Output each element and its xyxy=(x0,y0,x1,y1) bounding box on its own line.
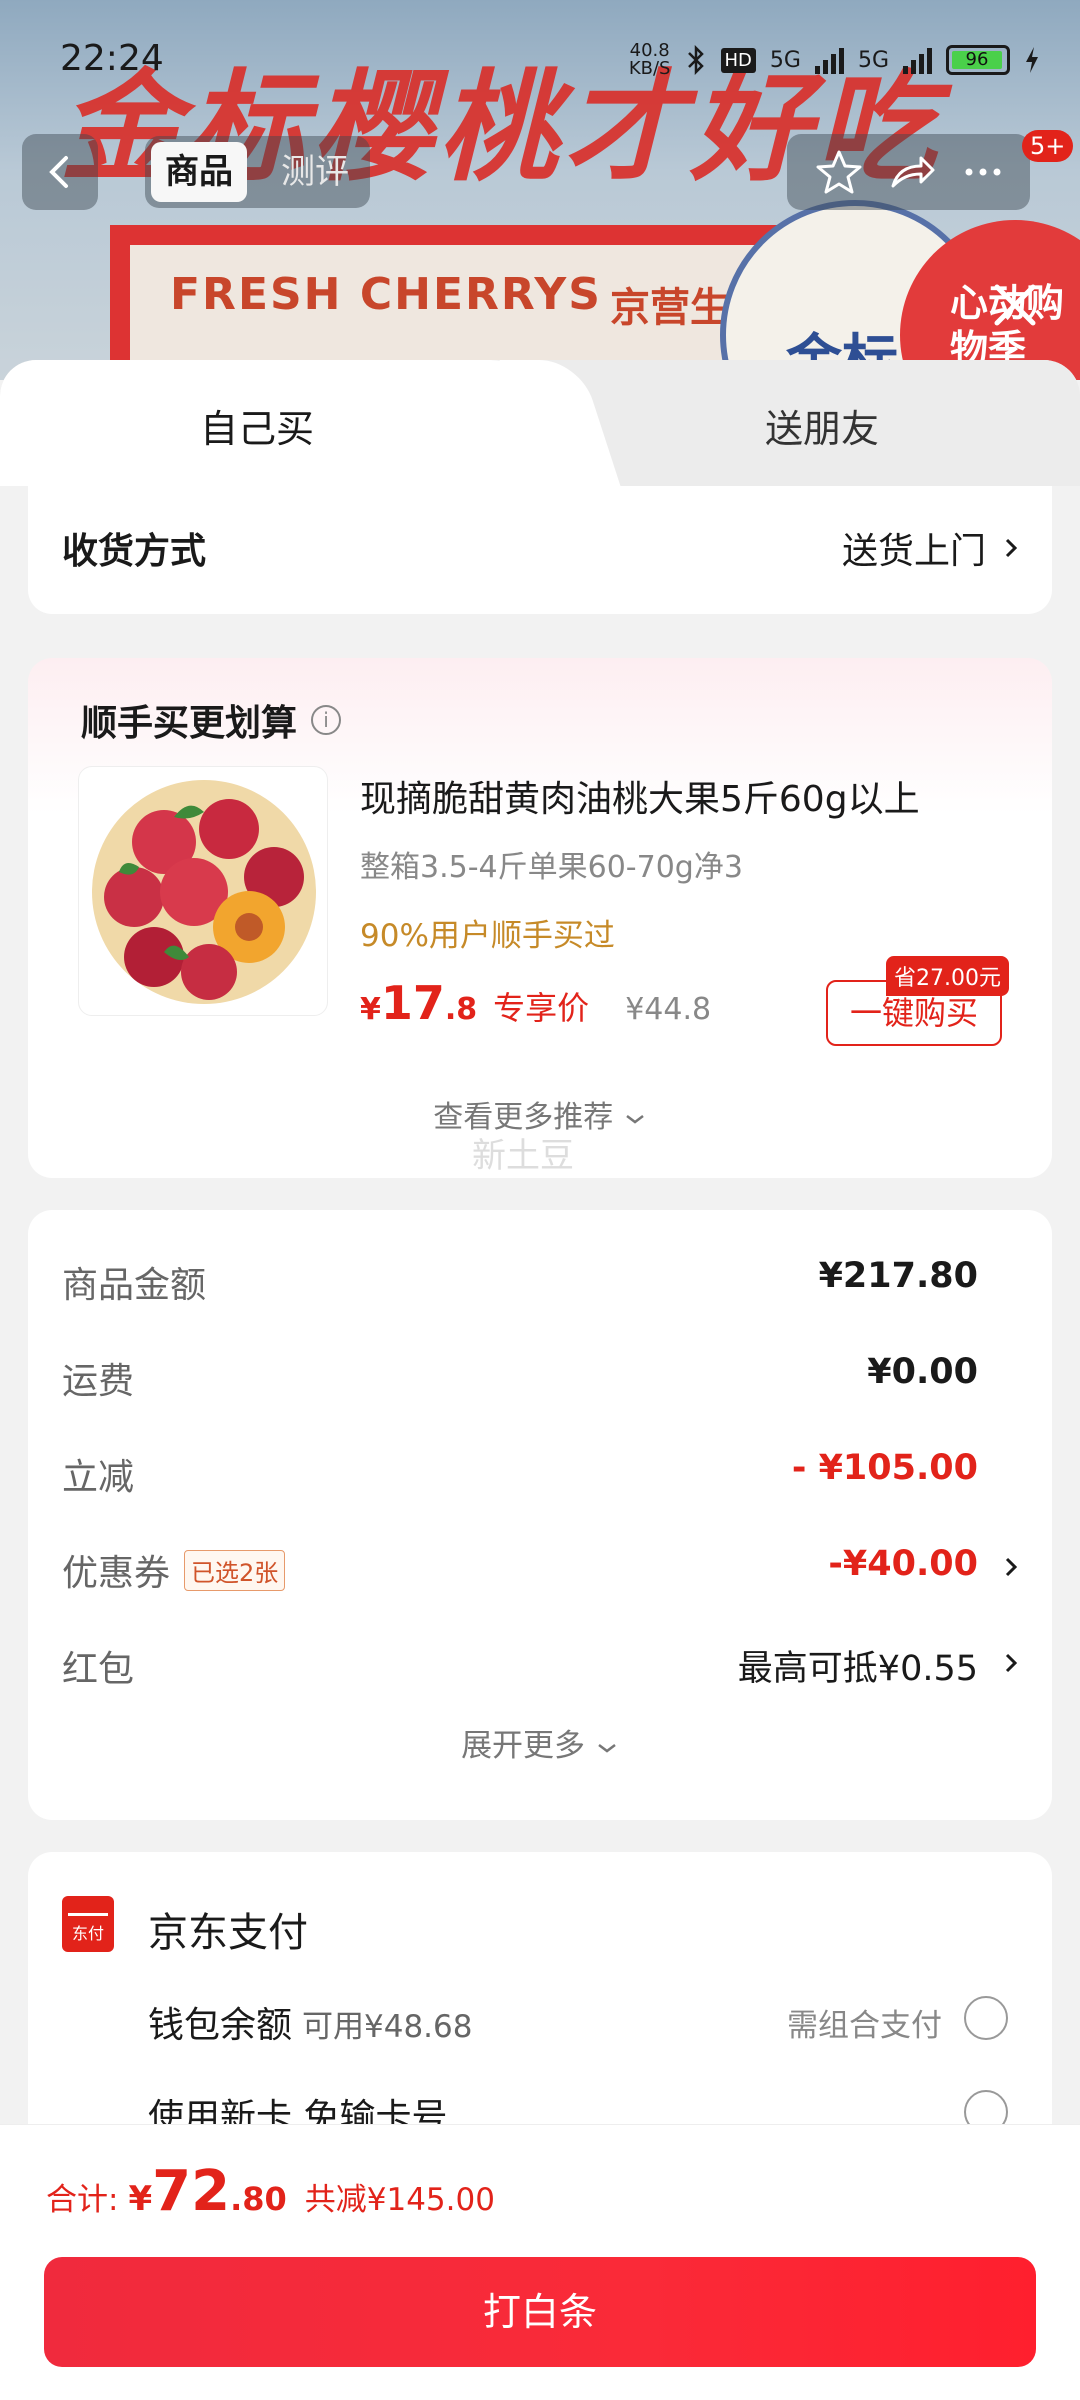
price-integer: 17 xyxy=(380,976,445,1030)
back-button[interactable] xyxy=(22,134,98,210)
shipping-label: 运费 xyxy=(62,1361,135,1402)
chevron-down-icon xyxy=(626,1115,644,1124)
checkout-sheet: 自己买 送朋友 收货方式 送货上门 顺手买更划算 i 现摘脆甜黄肉油桃大果5斤6… xyxy=(0,360,1080,2400)
product-box-image: FRESH CHERRYS 京营生 xyxy=(110,225,810,380)
back-arrow-icon xyxy=(49,156,68,188)
coupon-label-group: 优惠券 已选2张 xyxy=(62,1544,286,1596)
goods-amount-label: 商品金额 xyxy=(62,1265,207,1306)
goods-amount-value: ¥217.80 xyxy=(818,1256,978,1296)
share-icon[interactable] xyxy=(883,146,939,198)
tab-product[interactable]: 商品 xyxy=(151,142,247,202)
combo-pay-hint: 需组合支付 xyxy=(787,2008,942,2044)
coupon-value: -¥40.00 xyxy=(828,1544,978,1584)
close-icon[interactable] xyxy=(985,275,1045,335)
red-packet-label: 红包 xyxy=(62,1649,135,1690)
tab-gift-label: 送朋友 xyxy=(765,407,880,451)
summary-row-coupon[interactable]: 优惠券 已选2张 -¥40.00 xyxy=(62,1536,1018,1596)
favorite-star-icon[interactable] xyxy=(811,146,867,198)
battery-icon: 96 xyxy=(946,45,1010,75)
price-decimal: .8 xyxy=(444,992,478,1027)
summary-row-goods: 商品金额 ¥217.80 xyxy=(62,1248,978,1308)
expand-more-text: 展开更多 xyxy=(461,1728,586,1764)
jd-pay-title: 京东支付 xyxy=(148,1910,308,1956)
coupon-label: 优惠券 xyxy=(62,1553,171,1594)
jd-pay-icon: 东付 xyxy=(62,1896,114,1952)
battery-level: 96 xyxy=(952,51,1002,69)
shipping-value: ¥0.00 xyxy=(867,1352,978,1392)
savings-badge: 省27.00元 xyxy=(886,956,1009,996)
purchase-mode-tabs: 自己买 送朋友 xyxy=(0,360,1080,486)
summary-row-shipping: 运费 ¥0.00 xyxy=(62,1344,978,1404)
order-total: 合计: ¥ 72 .80 共减¥145.00 xyxy=(46,2159,495,2224)
summary-row-discount: 立减 - ¥105.00 xyxy=(62,1440,978,1500)
signal-icon xyxy=(814,46,844,74)
addon-product-spec: 整箱3.5-4斤单果60-70g净3 xyxy=(360,850,743,885)
message-badge: 5+ xyxy=(1022,130,1074,162)
chevron-down-icon xyxy=(598,1744,616,1753)
instant-discount-label: 立减 xyxy=(62,1457,135,1498)
network-speed-unit: KB/S xyxy=(628,58,671,79)
product-tabs: 商品 测评 xyxy=(145,136,370,208)
addon-price: ¥ 17 .8 专享价 ¥44.8 xyxy=(360,976,711,1030)
exclusive-price-tag: 专享价 xyxy=(493,989,590,1027)
chevron-right-icon xyxy=(1005,1653,1018,1673)
nectarine-image xyxy=(92,780,316,1004)
product-thumbnail[interactable] xyxy=(78,766,328,1016)
checkout-bottom-bar: 合计: ¥ 72 .80 共减¥145.00 打白条 xyxy=(0,2124,1080,2400)
charging-icon xyxy=(1026,47,1038,73)
jd-pay-icon-text: 东付 xyxy=(71,1924,104,1943)
expand-more-link[interactable]: 展开更多 xyxy=(28,1720,1052,1765)
more-dots-icon[interactable] xyxy=(955,146,1011,198)
total-currency: ¥ xyxy=(128,2179,153,2219)
product-box-text: FRESH CHERRYS xyxy=(170,269,602,320)
coupon-selected-tag: 已选2张 xyxy=(184,1549,286,1591)
status-bar: 22:24 40.8 KB/S HD 5G 5G 96 xyxy=(0,0,1080,120)
price-summary-card: 商品金额 ¥217.80 运费 ¥0.00 立减 - ¥105.00 优惠券 已… xyxy=(28,1210,1052,1820)
original-price: ¥44.8 xyxy=(625,992,712,1027)
addon-recommendation-card: 顺手买更划算 i 现摘脆甜黄肉油桃大果5斤60g以上 整箱3.5-4斤单果60- xyxy=(28,658,1052,1178)
summary-row-redpacket[interactable]: 红包 最高可抵¥0.55 xyxy=(62,1632,1018,1692)
info-icon[interactable]: i xyxy=(311,705,342,735)
bluetooth-icon xyxy=(687,45,704,75)
hd-icon: HD xyxy=(720,47,756,73)
addon-social-proof: 90%用户顺手买过 xyxy=(360,918,615,954)
status-time: 22:24 xyxy=(60,38,164,79)
chevron-right-icon xyxy=(1005,538,1018,558)
price-currency: ¥ xyxy=(360,992,381,1027)
tab-self-label: 自己买 xyxy=(200,407,315,451)
nav-actions xyxy=(787,134,1030,210)
pay-with-baitiao-button[interactable]: 打白条 xyxy=(44,2257,1036,2367)
addon-product-name[interactable]: 现摘脆甜黄肉油桃大果5斤60g以上 xyxy=(360,770,920,822)
chevron-right-icon xyxy=(1005,1557,1018,1577)
red-packet-value: 最高可抵¥0.55 xyxy=(737,1649,978,1689)
total-decimal: .80 xyxy=(230,2180,287,2218)
recommendation-title: 顺手买更划算 i xyxy=(81,694,342,746)
network-speed: 40.8 KB/S xyxy=(629,42,671,78)
product-box-subtext: 京营生 xyxy=(610,285,730,331)
delivery-method-row[interactable]: 收货方式 送货上门 xyxy=(28,486,1052,614)
wallet-available-amount: 可用¥48.68 xyxy=(302,2009,473,2045)
network-type-2: 5G xyxy=(857,47,889,73)
delivery-value-group: 送货上门 xyxy=(842,522,1018,574)
delivery-label: 收货方式 xyxy=(62,531,207,572)
total-integer: 72 xyxy=(152,2159,231,2224)
tab-review[interactable]: 测评 xyxy=(267,142,363,202)
instant-discount-value: - ¥105.00 xyxy=(791,1448,978,1488)
total-label: 合计: xyxy=(46,2182,119,2218)
signal-icon-2 xyxy=(903,46,932,74)
ghost-overlay-text: 新土豆 xyxy=(472,1136,574,1176)
total-savings: 共减¥145.00 xyxy=(304,2182,495,2218)
status-icons: 40.8 KB/S HD 5G 5G 96 xyxy=(629,42,1040,78)
network-type-1: 5G xyxy=(769,47,801,73)
wallet-balance-row[interactable]: 钱包余额 可用¥48.68 xyxy=(148,1996,473,2048)
delivery-value: 送货上门 xyxy=(841,531,986,572)
recommendation-title-text: 顺手买更划算 xyxy=(81,703,298,744)
wallet-balance-label: 钱包余额 xyxy=(148,2005,293,2046)
wallet-radio[interactable] xyxy=(964,1996,1008,2040)
product-nav-bar: 商品 测评 5+ xyxy=(0,130,1080,214)
